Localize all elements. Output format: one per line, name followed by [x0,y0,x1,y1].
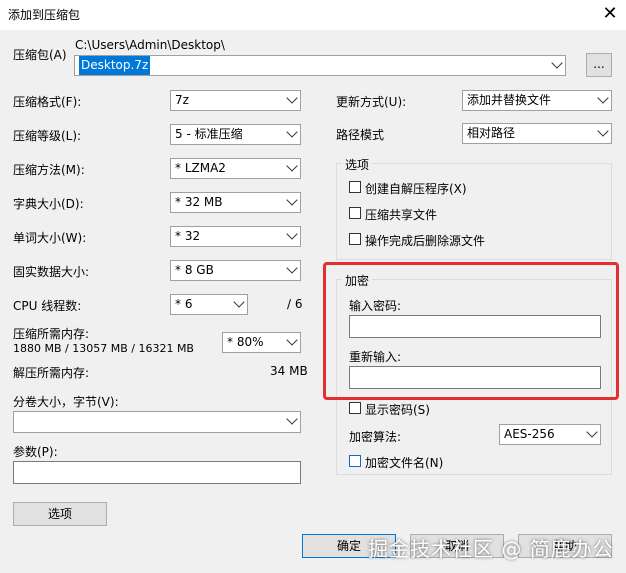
chevron-down-icon [586,426,598,438]
chevron-down-icon [597,125,609,137]
level-combo[interactable]: 5 - 标准压缩 [170,124,301,145]
sfx-checkbox[interactable] [349,181,361,193]
chevron-down-icon [286,92,298,104]
method-combo[interactable]: * LZMA2 [170,158,301,179]
format-label: 压缩格式(F): [13,95,82,109]
update-combo[interactable]: 添加并替换文件 [462,90,612,111]
mem-percent-value: * 80% [227,335,264,349]
options-group-title: 选项 [342,156,373,173]
params-input[interactable] [13,461,301,484]
chevron-down-icon [286,262,298,274]
chevron-down-icon [286,194,298,206]
dict-label: 字典大小(D): [13,197,84,211]
format-combo[interactable]: 7z [170,90,301,111]
threads-max: / 6 [287,297,303,311]
watermark: 掘金技术社区 @ 简鹿办公 [368,537,614,561]
show-password-label[interactable]: 显示密码(S) [365,401,430,418]
params-label: 参数(P): [13,445,58,459]
method-value: * LZMA2 [175,161,226,175]
threads-combo[interactable]: * 6 [170,294,248,315]
chevron-down-icon [597,92,609,104]
chevron-down-icon [286,413,298,425]
dict-combo[interactable]: * 32 MB [170,192,301,213]
format-value: 7z [175,93,189,107]
split-combo[interactable] [13,411,301,433]
chevron-down-icon [286,228,298,240]
shared-checkbox[interactable] [349,207,361,219]
method-label: 压缩方法(M): [13,163,85,177]
archive-label: 压缩包(A) [13,48,67,62]
chevron-down-icon [551,57,563,69]
encrypt-names-checkbox[interactable] [349,455,361,467]
sfx-label[interactable]: 创建自解压程序(X) [365,180,467,197]
mem-decompress-value: 34 MB [270,364,308,378]
update-label: 更新方式(U): [336,95,407,109]
chevron-down-icon [233,296,245,308]
mem-decompress-label: 解压所需内存: [13,366,90,380]
enc-method-label: 加密算法: [349,430,402,444]
title-bar [0,0,626,30]
enc-method-value: AES-256 [504,427,555,441]
chevron-down-icon [286,160,298,172]
highlight-box [323,262,619,400]
archive-path: C:\Users\Admin\Desktop\ [75,38,225,52]
split-label: 分卷大小，字节(V): [13,395,119,409]
archive-name-combo[interactable]: Desktop.7z [74,55,566,76]
delete-label[interactable]: 操作完成后删除源文件 [365,232,485,249]
pathmode-label: 路径模式 [336,128,385,142]
solid-label: 固实数据大小: [13,265,90,279]
word-value: * 32 [175,229,201,243]
dict-value: * 32 MB [175,195,223,209]
word-label: 单词大小(W): [13,231,87,245]
mem-percent-combo[interactable]: * 80% [222,332,301,353]
level-label: 压缩等级(L): [13,129,82,143]
mem-compress-value: 1880 MB / 13057 MB / 16321 MB [13,342,194,355]
update-value: 添加并替换文件 [467,93,552,107]
show-password-checkbox[interactable] [349,402,361,414]
pathmode-combo[interactable]: 相对路径 [462,123,612,144]
solid-value: * 8 GB [175,263,214,277]
enc-method-combo[interactable]: AES-256 [499,424,601,445]
shared-label[interactable]: 压缩共享文件 [365,206,437,223]
solid-combo[interactable]: * 8 GB [170,260,301,281]
delete-checkbox[interactable] [349,233,361,245]
window-title: 添加到压缩包 [8,8,81,22]
chevron-down-icon [286,334,298,346]
options-button[interactable]: 选项 [13,502,107,526]
close-icon[interactable]: ✕ [598,2,622,26]
threads-label: CPU 线程数: [13,299,82,313]
chevron-down-icon [286,126,298,138]
threads-value: * 6 [175,297,193,311]
level-value: 5 - 标准压缩 [175,127,243,141]
word-combo[interactable]: * 32 [170,226,301,247]
pathmode-value: 相对路径 [467,126,516,140]
encrypt-names-label[interactable]: 加密文件名(N) [365,454,443,471]
archive-name-value: Desktop.7z [79,56,151,75]
browse-button[interactable]: ... [586,53,612,77]
mem-compress-label: 压缩所需内存: [13,327,90,341]
